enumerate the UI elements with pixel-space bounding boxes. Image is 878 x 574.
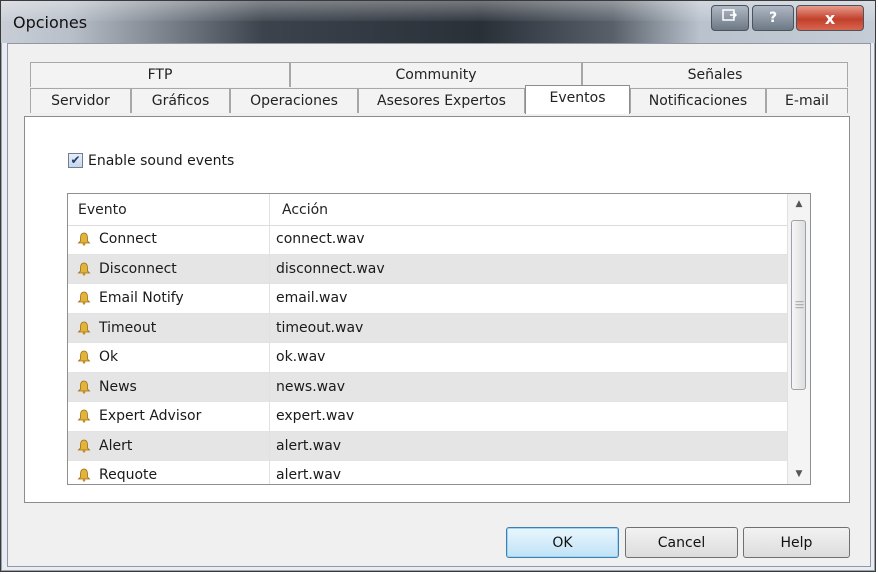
- bell-icon: [77, 232, 91, 246]
- tab-ftp[interactable]: FTP: [30, 62, 290, 87]
- bell-icon: [77, 291, 91, 305]
- table-row[interactable]: Alert alert.wav: [68, 431, 788, 461]
- list-header: Evento Acción: [68, 194, 788, 226]
- help-button[interactable]: Help: [743, 527, 850, 558]
- table-row[interactable]: Ok ok.wav: [68, 343, 788, 373]
- tab-servidor[interactable]: Servidor: [30, 88, 131, 113]
- bell-icon: [77, 409, 91, 423]
- restore-icon: [722, 9, 738, 27]
- tab-operaciones[interactable]: Operaciones: [230, 88, 358, 113]
- column-header-evento[interactable]: Evento: [78, 202, 127, 218]
- tab-graficos[interactable]: Gráficos: [131, 88, 230, 113]
- title-bar[interactable]: Opciones ? x: [1, 1, 875, 43]
- tab-notificaciones[interactable]: Notificaciones: [630, 88, 766, 113]
- bell-icon: [77, 321, 91, 335]
- vertical-scrollbar[interactable]: ▲ — — — ▼: [787, 194, 810, 484]
- scroll-down-icon[interactable]: ▼: [788, 464, 810, 484]
- tab-asesores-expertos[interactable]: Asesores Expertos: [358, 88, 525, 113]
- bell-icon: [77, 380, 91, 394]
- scroll-thumb[interactable]: — — —: [791, 220, 806, 390]
- table-row[interactable]: Connect connect.wav: [68, 225, 788, 255]
- bell-icon: [77, 468, 91, 482]
- table-row[interactable]: Email Notify email.wav: [68, 284, 788, 314]
- close-icon: x: [824, 8, 836, 28]
- tab-email[interactable]: E-mail: [766, 88, 848, 113]
- bell-icon: [77, 350, 91, 364]
- tab-senales[interactable]: Señales: [582, 62, 848, 87]
- scroll-up-icon[interactable]: ▲: [788, 194, 810, 214]
- grip-icon: — — —: [795, 297, 804, 313]
- event-rows: Connect connect.wav Disconnect disconnect.…: [68, 225, 788, 484]
- close-button[interactable]: x: [796, 5, 864, 31]
- question-icon: ?: [768, 10, 778, 26]
- table-row[interactable]: Expert Advisor expert.wav: [68, 402, 788, 432]
- ok-button[interactable]: OK: [506, 527, 619, 558]
- events-list: Evento Acción Connect connect.wav Disconn…: [67, 193, 811, 485]
- table-row[interactable]: News news.wav: [68, 372, 788, 402]
- enable-sound-checkbox[interactable]: ✔: [68, 153, 83, 168]
- help-title-button[interactable]: ?: [752, 5, 794, 31]
- restore-button[interactable]: [711, 5, 749, 31]
- table-row[interactable]: Requote alert.wav: [68, 461, 788, 484]
- window-title: Opciones: [13, 13, 88, 32]
- tab-community[interactable]: Community: [290, 62, 582, 87]
- column-header-accion[interactable]: Acción: [282, 202, 328, 218]
- tab-eventos[interactable]: Eventos: [525, 85, 630, 114]
- bell-icon: [77, 439, 91, 453]
- bell-icon: [77, 262, 91, 276]
- checkmark-icon: ✔: [70, 153, 81, 167]
- cancel-button[interactable]: Cancel: [625, 527, 738, 558]
- enable-sound-label[interactable]: Enable sound events: [88, 153, 234, 169]
- table-row[interactable]: Disconnect disconnect.wav: [68, 254, 788, 284]
- table-row[interactable]: Timeout timeout.wav: [68, 313, 788, 343]
